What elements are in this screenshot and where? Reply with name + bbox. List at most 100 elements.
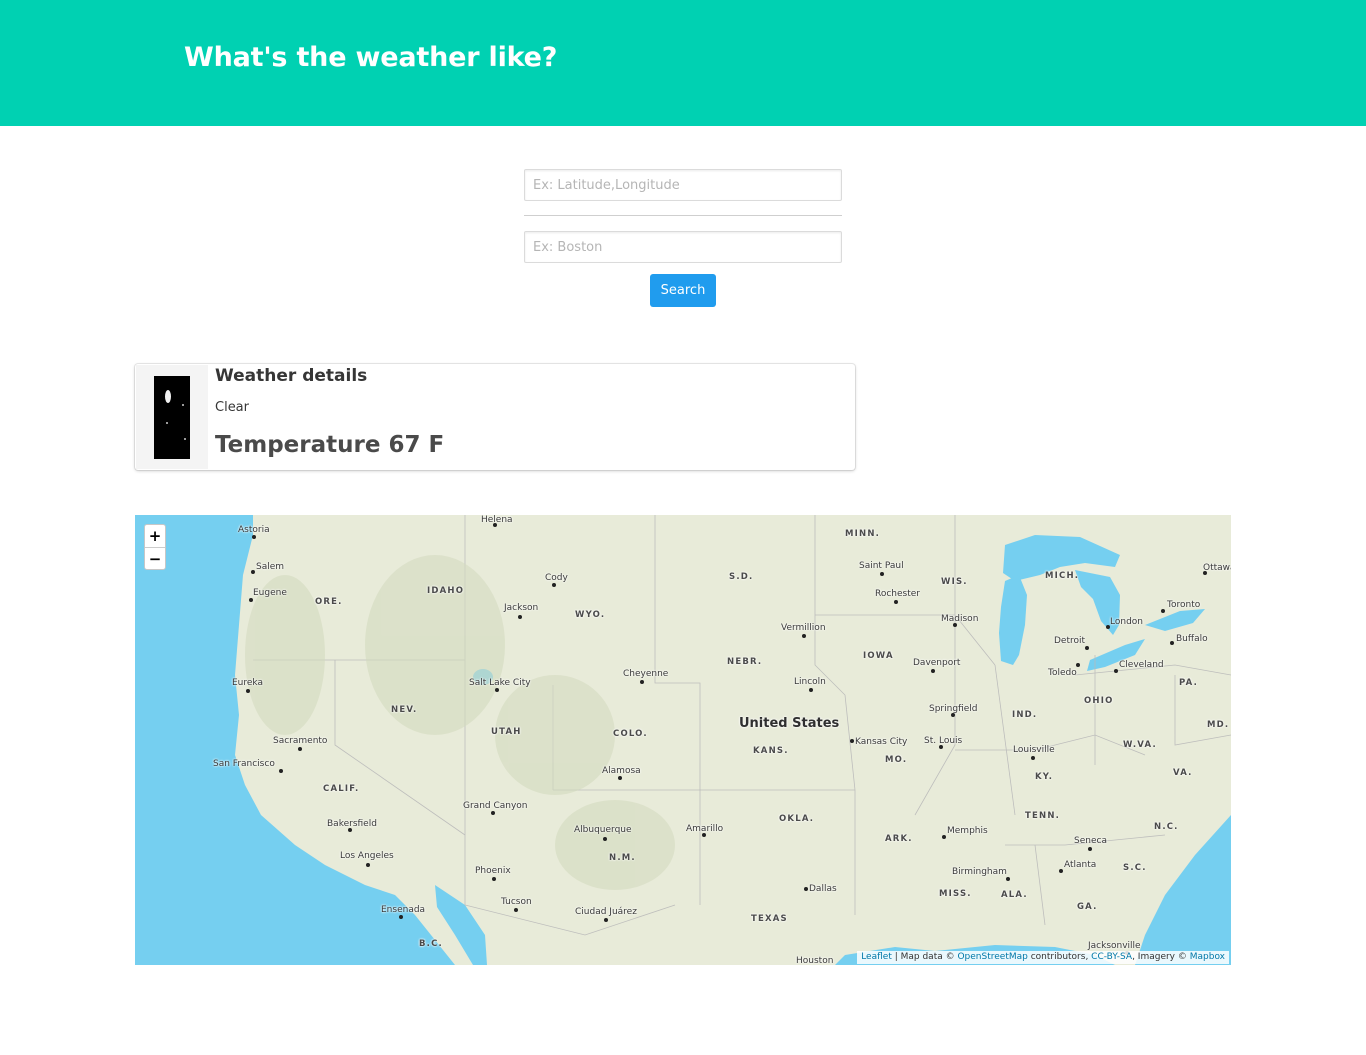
city-dot — [640, 680, 644, 684]
city-label: Detroit — [1054, 636, 1086, 646]
city-label: Lincoln — [794, 677, 826, 687]
city-label: Houston — [796, 956, 834, 965]
city-dot — [603, 837, 607, 841]
city-dot — [942, 835, 946, 839]
city-dot — [491, 811, 495, 815]
state-label: S.D. — [729, 572, 754, 582]
city-dot — [552, 583, 556, 587]
city-label: Toronto — [1167, 600, 1201, 610]
attribution-text: contributors, — [1027, 952, 1092, 962]
city-dot — [495, 688, 499, 692]
city-dot — [880, 572, 884, 576]
state-label: N.M. — [609, 853, 636, 863]
leaflet-link[interactable]: Leaflet — [861, 952, 892, 962]
city-label: Grand Canyon — [463, 801, 528, 811]
city-dot — [1006, 877, 1010, 881]
state-label: MISS. — [939, 889, 972, 899]
zoom-control: + − — [144, 524, 166, 570]
city-label: San Francisco — [213, 759, 275, 769]
city-label: Buffalo — [1176, 634, 1208, 644]
hero-banner: What's the weather like? — [0, 0, 1366, 126]
city-label: Albuquerque — [574, 825, 632, 835]
city-label: Jacksonville — [1088, 941, 1141, 951]
city-dot — [1203, 571, 1207, 575]
search-button[interactable]: Search — [650, 274, 716, 307]
city-dot — [1076, 663, 1080, 667]
city-dot — [251, 570, 255, 574]
city-label: St. Louis — [924, 736, 963, 746]
map-attribution: Leaflet | Map data © OpenStreetMap contr… — [857, 951, 1229, 964]
state-label: MD. — [1207, 720, 1230, 730]
state-label: VA. — [1173, 768, 1193, 778]
city-label: Eureka — [232, 678, 263, 688]
city-label: Atlanta — [1064, 860, 1097, 870]
city-dot — [953, 623, 957, 627]
osm-link[interactable]: OpenStreetMap — [957, 952, 1027, 962]
city-label: Ottawa — [1203, 563, 1231, 573]
page-title: What's the weather like? — [184, 42, 558, 73]
state-label: UTAH — [491, 727, 522, 737]
city-label: Madison — [941, 614, 979, 624]
city-label: Davenport — [913, 658, 961, 668]
city-label: Cody — [545, 573, 568, 583]
city-label: Vermillion — [781, 623, 826, 633]
state-label: KANS. — [753, 746, 789, 756]
city-dot — [894, 600, 898, 604]
zoom-out-button[interactable]: − — [145, 548, 165, 570]
state-label: MO. — [885, 755, 908, 765]
city-dot — [1088, 847, 1092, 851]
city-label: Ensenada — [381, 905, 426, 915]
coordinates-input[interactable] — [524, 169, 842, 201]
city-label: Astoria — [238, 525, 270, 535]
city-label: Ciudad Juárez — [575, 907, 637, 917]
city-dot — [939, 745, 943, 749]
city-dot — [809, 688, 813, 692]
weather-icon-container — [136, 365, 208, 469]
weather-description: Clear — [215, 400, 249, 415]
state-label: NEBR. — [727, 657, 763, 667]
city-dot — [804, 887, 808, 891]
license-link[interactable]: CC-BY-SA — [1091, 952, 1132, 962]
state-label: TENN. — [1025, 811, 1061, 821]
city-label: Dallas — [809, 884, 837, 894]
city-label: Tucson — [501, 897, 532, 907]
city-dot — [493, 523, 497, 527]
city-label: Los Angeles — [340, 851, 394, 861]
card-title: Weather details — [215, 366, 368, 386]
input-separator — [524, 215, 842, 216]
city-dot — [702, 833, 706, 837]
state-label: WYO. — [575, 610, 606, 620]
zoom-in-button[interactable]: + — [145, 525, 165, 548]
city-dot — [399, 915, 403, 919]
state-label: ORE. — [315, 597, 343, 607]
night-clear-icon — [154, 376, 190, 459]
city-label: Eugene — [253, 588, 287, 598]
city-label: Toledo — [1048, 668, 1077, 678]
state-label: KY. — [1035, 772, 1054, 782]
state-label: B.C. — [419, 939, 443, 949]
city-dot — [1085, 646, 1089, 650]
state-label: PA. — [1179, 678, 1199, 688]
attribution-text: , Imagery © — [1132, 952, 1190, 962]
city-dot — [279, 769, 283, 773]
city-label: Cleveland — [1119, 660, 1164, 670]
city-dot — [518, 615, 522, 619]
state-label: S.C. — [1123, 863, 1147, 873]
city-dot — [850, 739, 854, 743]
city-label: Birmingham — [952, 867, 1007, 877]
city-dot — [931, 669, 935, 673]
city-dot — [492, 877, 496, 881]
city-dot — [618, 776, 622, 780]
weather-map[interactable]: United States MINN. S.D. IDAHO ORE. WYO. WIS. M… — [135, 515, 1231, 965]
state-label: IND. — [1012, 710, 1038, 720]
city-input[interactable] — [524, 231, 842, 263]
mapbox-link[interactable]: Mapbox — [1190, 952, 1225, 962]
city-dot — [802, 634, 806, 638]
city-dot — [1031, 756, 1035, 760]
city-label: Saint Paul — [859, 561, 904, 571]
state-label: MICH. — [1045, 571, 1080, 581]
city-label: Sacramento — [273, 736, 328, 746]
city-label: Salem — [256, 562, 285, 572]
city-label: Kansas City — [855, 737, 908, 747]
state-label: OKLA. — [779, 814, 815, 824]
